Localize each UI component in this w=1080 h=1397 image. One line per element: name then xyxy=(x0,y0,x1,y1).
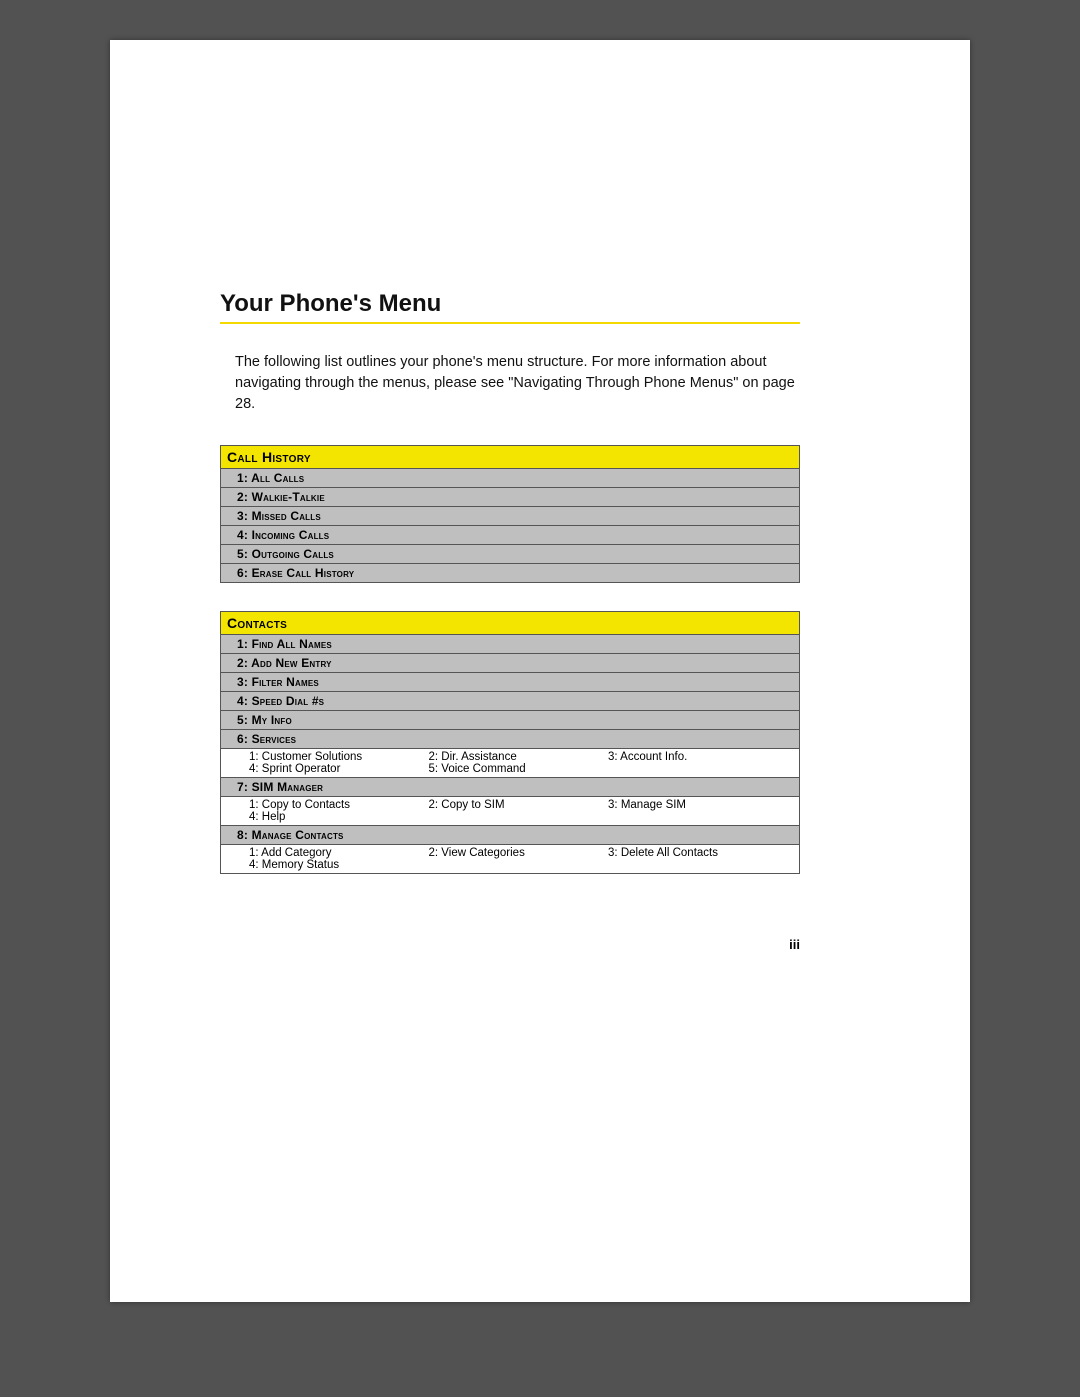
submenu-item xyxy=(429,811,609,823)
menu-item: 8: Manage Contacts xyxy=(220,826,800,845)
submenu-item: 3: Account Info. xyxy=(608,751,788,763)
menu-item: 2: Add New Entry xyxy=(220,654,800,673)
intro-paragraph: The following list outlines your phone's… xyxy=(235,352,800,415)
submenu-item: 1: Customer Solutions xyxy=(249,751,429,763)
page-number: iii xyxy=(789,937,800,952)
submenu-row: 1: Customer Solutions2: Dir. Assistance3… xyxy=(220,749,800,778)
menu-item: 6: Services xyxy=(220,730,800,749)
submenu-item: 2: Copy to SIM xyxy=(429,799,609,811)
submenu-item: 1: Add Category xyxy=(249,847,429,859)
submenu-item: 2: Dir. Assistance xyxy=(429,751,609,763)
submenu-item: 3: Manage SIM xyxy=(608,799,788,811)
menu-header: Call History xyxy=(220,445,800,469)
submenu-row: 1: Add Category2: View Categories3: Dele… xyxy=(220,845,800,874)
submenu-item xyxy=(429,859,609,871)
menu-item: 4: Incoming Calls xyxy=(220,526,800,545)
submenu-item: 2: View Categories xyxy=(429,847,609,859)
menu-item: 1: Find All Names xyxy=(220,635,800,654)
submenu-item xyxy=(608,859,788,871)
menu-header: Contacts xyxy=(220,611,800,635)
submenu-row: 1: Copy to Contacts2: Copy to SIM3: Mana… xyxy=(220,797,800,826)
menu-block: Call History1: All Calls2: Walkie-Talkie… xyxy=(220,445,800,583)
menu-item: 6: Erase Call History xyxy=(220,564,800,583)
page: Your Phone's Menu The following list out… xyxy=(110,40,970,1302)
page-title: Your Phone's Menu xyxy=(220,290,800,324)
submenu-item: 5: Voice Command xyxy=(429,763,609,775)
submenu-item: 4: Sprint Operator xyxy=(249,763,429,775)
menu-item: 3: Filter Names xyxy=(220,673,800,692)
submenu-item xyxy=(608,811,788,823)
submenu-item: 3: Delete All Contacts xyxy=(608,847,788,859)
menu-block: Contacts1: Find All Names2: Add New Entr… xyxy=(220,611,800,874)
menu-sections: Call History1: All Calls2: Walkie-Talkie… xyxy=(220,445,800,874)
submenu-item: 4: Memory Status xyxy=(249,859,429,871)
submenu-item xyxy=(608,763,788,775)
submenu-item: 1: Copy to Contacts xyxy=(249,799,429,811)
menu-item: 5: Outgoing Calls xyxy=(220,545,800,564)
menu-item: 5: My Info xyxy=(220,711,800,730)
menu-item: 7: SIM Manager xyxy=(220,778,800,797)
submenu-item: 4: Help xyxy=(249,811,429,823)
menu-item: 2: Walkie-Talkie xyxy=(220,488,800,507)
menu-item: 4: Speed Dial #s xyxy=(220,692,800,711)
menu-item: 1: All Calls xyxy=(220,469,800,488)
menu-item: 3: Missed Calls xyxy=(220,507,800,526)
